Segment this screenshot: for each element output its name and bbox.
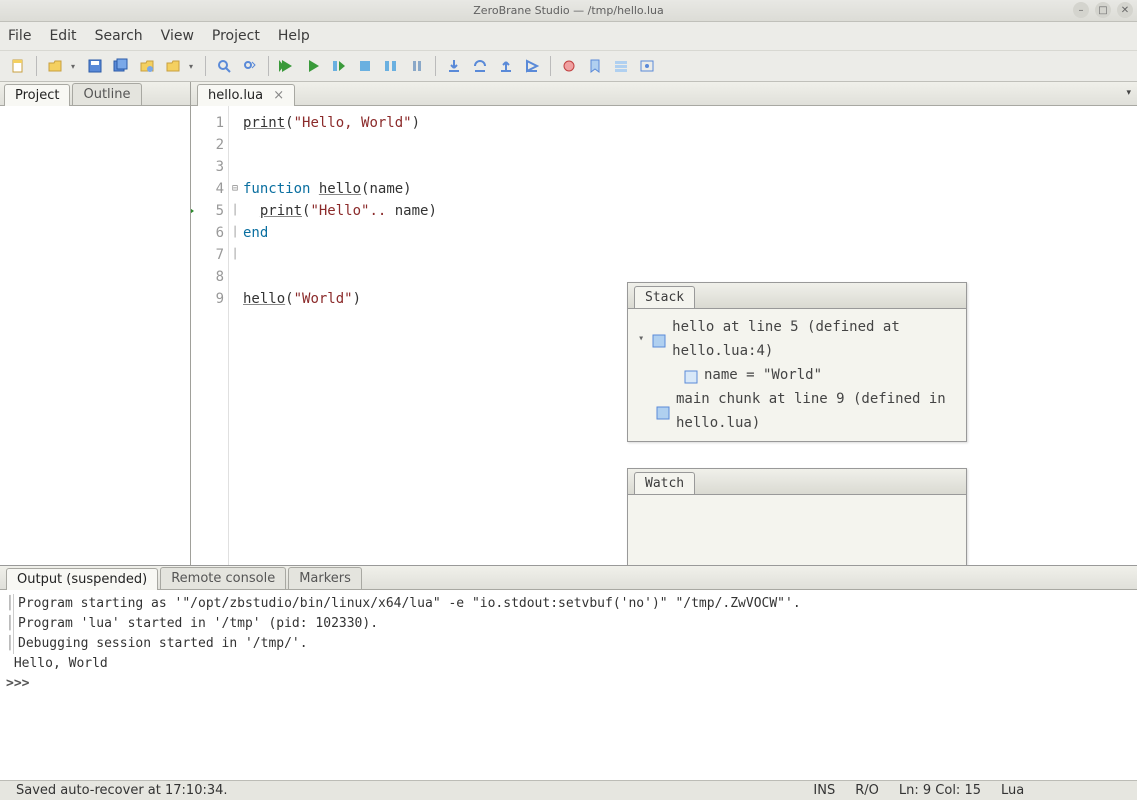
output-text[interactable]: │Program starting as '"/opt/zbstudio/bin…	[0, 590, 1137, 780]
left-panel: Project Outline	[0, 82, 191, 565]
editor-tab-hello[interactable]: hello.lua ×	[197, 84, 295, 106]
stack-tab[interactable]: Stack	[634, 286, 695, 308]
window-minimize-button[interactable]: –	[1073, 2, 1089, 18]
stack-frame-label: hello at line 5 (defined at hello.lua:4)	[672, 315, 958, 363]
status-readonly: R/O	[845, 783, 889, 798]
watch-body[interactable]	[628, 495, 966, 507]
output-panel: Output (suspended) Remote console Marker…	[0, 565, 1137, 780]
window-maximize-button[interactable]: □	[1095, 2, 1111, 18]
stack-frame-0[interactable]: ▾ hello at line 5 (defined at hello.lua:…	[636, 315, 958, 363]
editor-tab-label: hello.lua	[208, 88, 263, 103]
status-insert-mode: INS	[803, 783, 845, 798]
menu-edit[interactable]: Edit	[49, 28, 76, 44]
window-close-button[interactable]: ✕	[1117, 2, 1133, 18]
save-all-button[interactable]	[111, 56, 131, 76]
stack-view-button[interactable]	[611, 56, 631, 76]
stack-frame-label: main chunk at line 9 (defined in hello.l…	[676, 387, 958, 435]
editor-panel: hello.lua × ▾ 123456789 ⊟│││ print("Hell…	[191, 82, 1137, 565]
editor-tabs-menu[interactable]: ▾	[1126, 88, 1131, 98]
project-tree[interactable]	[0, 106, 190, 565]
new-file-button[interactable]	[8, 56, 28, 76]
watch-view-button[interactable]	[637, 56, 657, 76]
tab-project[interactable]: Project	[4, 84, 70, 106]
save-button[interactable]	[85, 56, 105, 76]
stack-var-label: name = "World"	[704, 363, 822, 387]
step-over-button[interactable]	[470, 56, 490, 76]
break-button[interactable]	[381, 56, 401, 76]
project-select-button[interactable]	[163, 56, 183, 76]
start-debug-button[interactable]	[303, 56, 323, 76]
replace-button[interactable]	[240, 56, 260, 76]
window-titlebar: ZeroBrane Studio — /tmp/hello.lua – □ ✕	[0, 0, 1137, 22]
step-into-button[interactable]	[444, 56, 464, 76]
watch-tab[interactable]: Watch	[634, 472, 695, 494]
close-tab-icon[interactable]: ×	[273, 88, 284, 103]
menu-help[interactable]: Help	[278, 28, 310, 44]
stack-frame-1[interactable]: main chunk at line 9 (defined in hello.l…	[636, 387, 958, 435]
expand-icon[interactable]: ▾	[636, 327, 646, 351]
toolbar: ▾ ▾	[0, 50, 1137, 82]
tab-outline[interactable]: Outline	[72, 83, 141, 105]
menubar: File Edit Search View Project Help	[0, 22, 1137, 50]
run-to-cursor-button[interactable]	[329, 56, 349, 76]
bookmark-button[interactable]	[585, 56, 605, 76]
tab-markers[interactable]: Markers	[288, 567, 362, 589]
project-dir-button[interactable]	[137, 56, 157, 76]
status-language: Lua	[991, 783, 1131, 798]
step-out-button[interactable]	[496, 56, 516, 76]
stop-button[interactable]	[355, 56, 375, 76]
stack-panel[interactable]: Stack ▾ hello at line 5 (defined at hell…	[627, 282, 967, 442]
continue-button[interactable]	[522, 56, 542, 76]
menu-file[interactable]: File	[8, 28, 31, 44]
tab-output[interactable]: Output (suspended)	[6, 568, 158, 590]
status-cursor-pos: Ln: 9 Col: 15	[889, 783, 991, 798]
run-button[interactable]	[277, 56, 297, 76]
menu-view[interactable]: View	[161, 28, 194, 44]
variable-icon	[684, 368, 698, 382]
open-file-button[interactable]	[45, 56, 65, 76]
menu-project[interactable]: Project	[212, 28, 260, 44]
toggle-breakpoint-button[interactable]	[559, 56, 579, 76]
code-editor[interactable]: 123456789 ⊟│││ print("Hello, World") fun…	[191, 106, 1137, 565]
stack-frame-icon	[656, 404, 670, 418]
find-button[interactable]	[214, 56, 234, 76]
project-dropdown[interactable]: ▾	[189, 56, 197, 76]
status-message: Saved auto-recover at 17:10:34.	[6, 783, 238, 798]
stack-frame-icon	[652, 332, 666, 346]
statusbar: Saved auto-recover at 17:10:34. INS R/O …	[0, 780, 1137, 800]
current-line-icon	[191, 206, 194, 216]
pause-button[interactable]	[407, 56, 427, 76]
open-recent-dropdown[interactable]: ▾	[71, 56, 79, 76]
watch-panel[interactable]: Watch	[627, 468, 967, 565]
stack-var-0[interactable]: name = "World"	[636, 363, 958, 387]
tab-remote-console[interactable]: Remote console	[160, 567, 286, 589]
menu-search[interactable]: Search	[95, 28, 143, 44]
window-title: ZeroBrane Studio — /tmp/hello.lua	[473, 4, 663, 17]
